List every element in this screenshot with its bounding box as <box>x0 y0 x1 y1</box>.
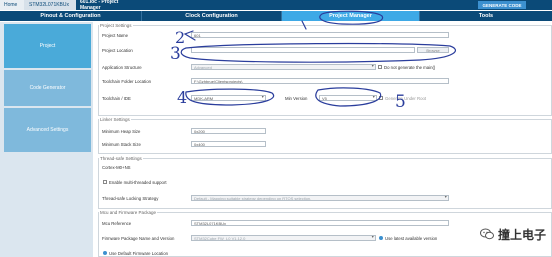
default-location-label: Use Default Firmware Location <box>109 251 168 256</box>
breadcrumb-project-label: 601.ioc - Project Manager <box>80 0 119 11</box>
tab-tools[interactable]: Tools <box>420 11 552 21</box>
mcu-reference-input[interactable]: STM32L071KBUx <box>191 220 449 226</box>
firmware-package-label: Firmware Package Name and Version <box>102 236 175 241</box>
watermark-text: 撞上电子 <box>497 228 546 242</box>
locking-strategy-select[interactable]: Default - Mapping suitable strategy depe… <box>191 195 449 201</box>
project-settings-legend: Project Settings <box>100 23 132 28</box>
tab-clock-label: Clock Configuration <box>185 13 238 19</box>
toolchain-folder-input[interactable]: F:\Gzhbrue\Clientsprojects\ <box>191 78 449 84</box>
toolchain-ide-select[interactable]: MDK-ARM <box>191 95 266 101</box>
breadcrumb-project[interactable]: 601.ioc - Project Manager <box>76 0 146 11</box>
stack-size-label: Minimum Stack Size <box>102 142 141 147</box>
breadcrumb-home[interactable]: Home <box>0 0 24 10</box>
project-location-label: Project Location <box>102 48 133 53</box>
use-latest-radio[interactable] <box>379 236 383 240</box>
breadcrumb-mcu[interactable]: STM32L071KBUx <box>24 0 76 10</box>
min-version-label: Min Version <box>285 96 308 101</box>
sidebar-item-advanced-settings[interactable]: Advanced Settings <box>4 108 91 152</box>
annotation-3: 3 <box>170 44 181 64</box>
annotation-4: 4 <box>177 88 188 107</box>
project-name-input[interactable]: 601 <box>191 32 449 38</box>
project-settings-panel: Project Settings Project Name 601 Projec… <box>95 22 552 257</box>
toolchain-ide-label: Toolchain / IDE <box>102 96 131 101</box>
generate-code-button[interactable]: GENERATE CODE <box>478 1 526 9</box>
sidebar-item-advanced-settings-label: Advanced Settings <box>26 127 69 133</box>
project-name-label: Project Name <box>102 33 129 38</box>
linker-settings-group: Linker Settings <box>98 117 552 154</box>
breadcrumb-mcu-label: STM32L071KBUx <box>28 2 70 8</box>
no-main-label: Do not generate the main() <box>384 65 436 70</box>
stack-size-input[interactable]: 0x400 <box>191 141 266 147</box>
sidebar-item-code-generator-label: Code Generator <box>29 85 66 91</box>
linker-settings-legend: Linker Settings <box>100 117 130 122</box>
main-tabs: Pinout & Configuration Clock Configurati… <box>0 11 552 21</box>
min-version-select[interactable]: V5 <box>319 95 377 101</box>
sidebar-item-project[interactable]: Project <box>4 24 91 68</box>
firmware-package-select[interactable]: STM32Cube FW_L0 V1.12.0 <box>191 235 376 241</box>
watermark: 撞上电子 <box>479 226 546 243</box>
tab-pinout-label: Pinout & Configuration <box>40 13 101 19</box>
sidebar-item-code-generator[interactable]: Code Generator <box>4 70 91 106</box>
multi-thread-label: Enable multi-threaded support <box>109 180 167 185</box>
multi-thread-checkbox[interactable] <box>103 180 107 184</box>
project-location-input[interactable] <box>191 47 415 53</box>
tab-pinout[interactable]: Pinout & Configuration <box>0 11 142 21</box>
heap-size-input[interactable]: 0x200 <box>191 128 266 134</box>
thread-safe-legend: Thread-safe Settings <box>100 156 142 161</box>
tab-tools-label: Tools <box>478 13 494 19</box>
heap-size-label: Minimum Heap Size <box>102 129 141 134</box>
default-location-radio[interactable] <box>103 251 107 255</box>
locking-strategy-label: Thread-safe Locking Strategy <box>102 196 159 201</box>
wechat-icon <box>479 228 494 242</box>
thread-safe-cpu-label: Cortex-M0+NS <box>102 165 131 170</box>
mcu-firmware-legend: Mcu and Firmware Package <box>100 210 157 215</box>
generate-under-root-checkbox[interactable] <box>379 96 383 100</box>
breadcrumb: Home STM32L071KBUx 601.ioc - Project Man… <box>0 0 552 11</box>
toolchain-folder-label: Toolchain Folder Location <box>102 79 151 84</box>
breadcrumb-home-label: Home <box>4 2 18 8</box>
tab-project-manager[interactable]: Project Manager <box>282 11 420 21</box>
application-structure-select[interactable]: Advanced <box>191 64 376 70</box>
use-latest-label: Use latest available version <box>385 236 438 241</box>
tab-project-manager-label: Project Manager <box>329 13 372 19</box>
mcu-reference-label: Mcu Reference <box>102 221 132 226</box>
application-structure-label: Application Structure <box>102 65 142 70</box>
tab-clock[interactable]: Clock Configuration <box>142 11 282 21</box>
sidebar: Project Code Generator Advanced Settings <box>0 22 93 257</box>
no-main-checkbox[interactable] <box>378 65 382 69</box>
annotation-5: 5 <box>395 92 406 112</box>
sidebar-item-project-label: Project <box>39 43 56 49</box>
browse-button[interactable]: Browse <box>417 47 449 53</box>
